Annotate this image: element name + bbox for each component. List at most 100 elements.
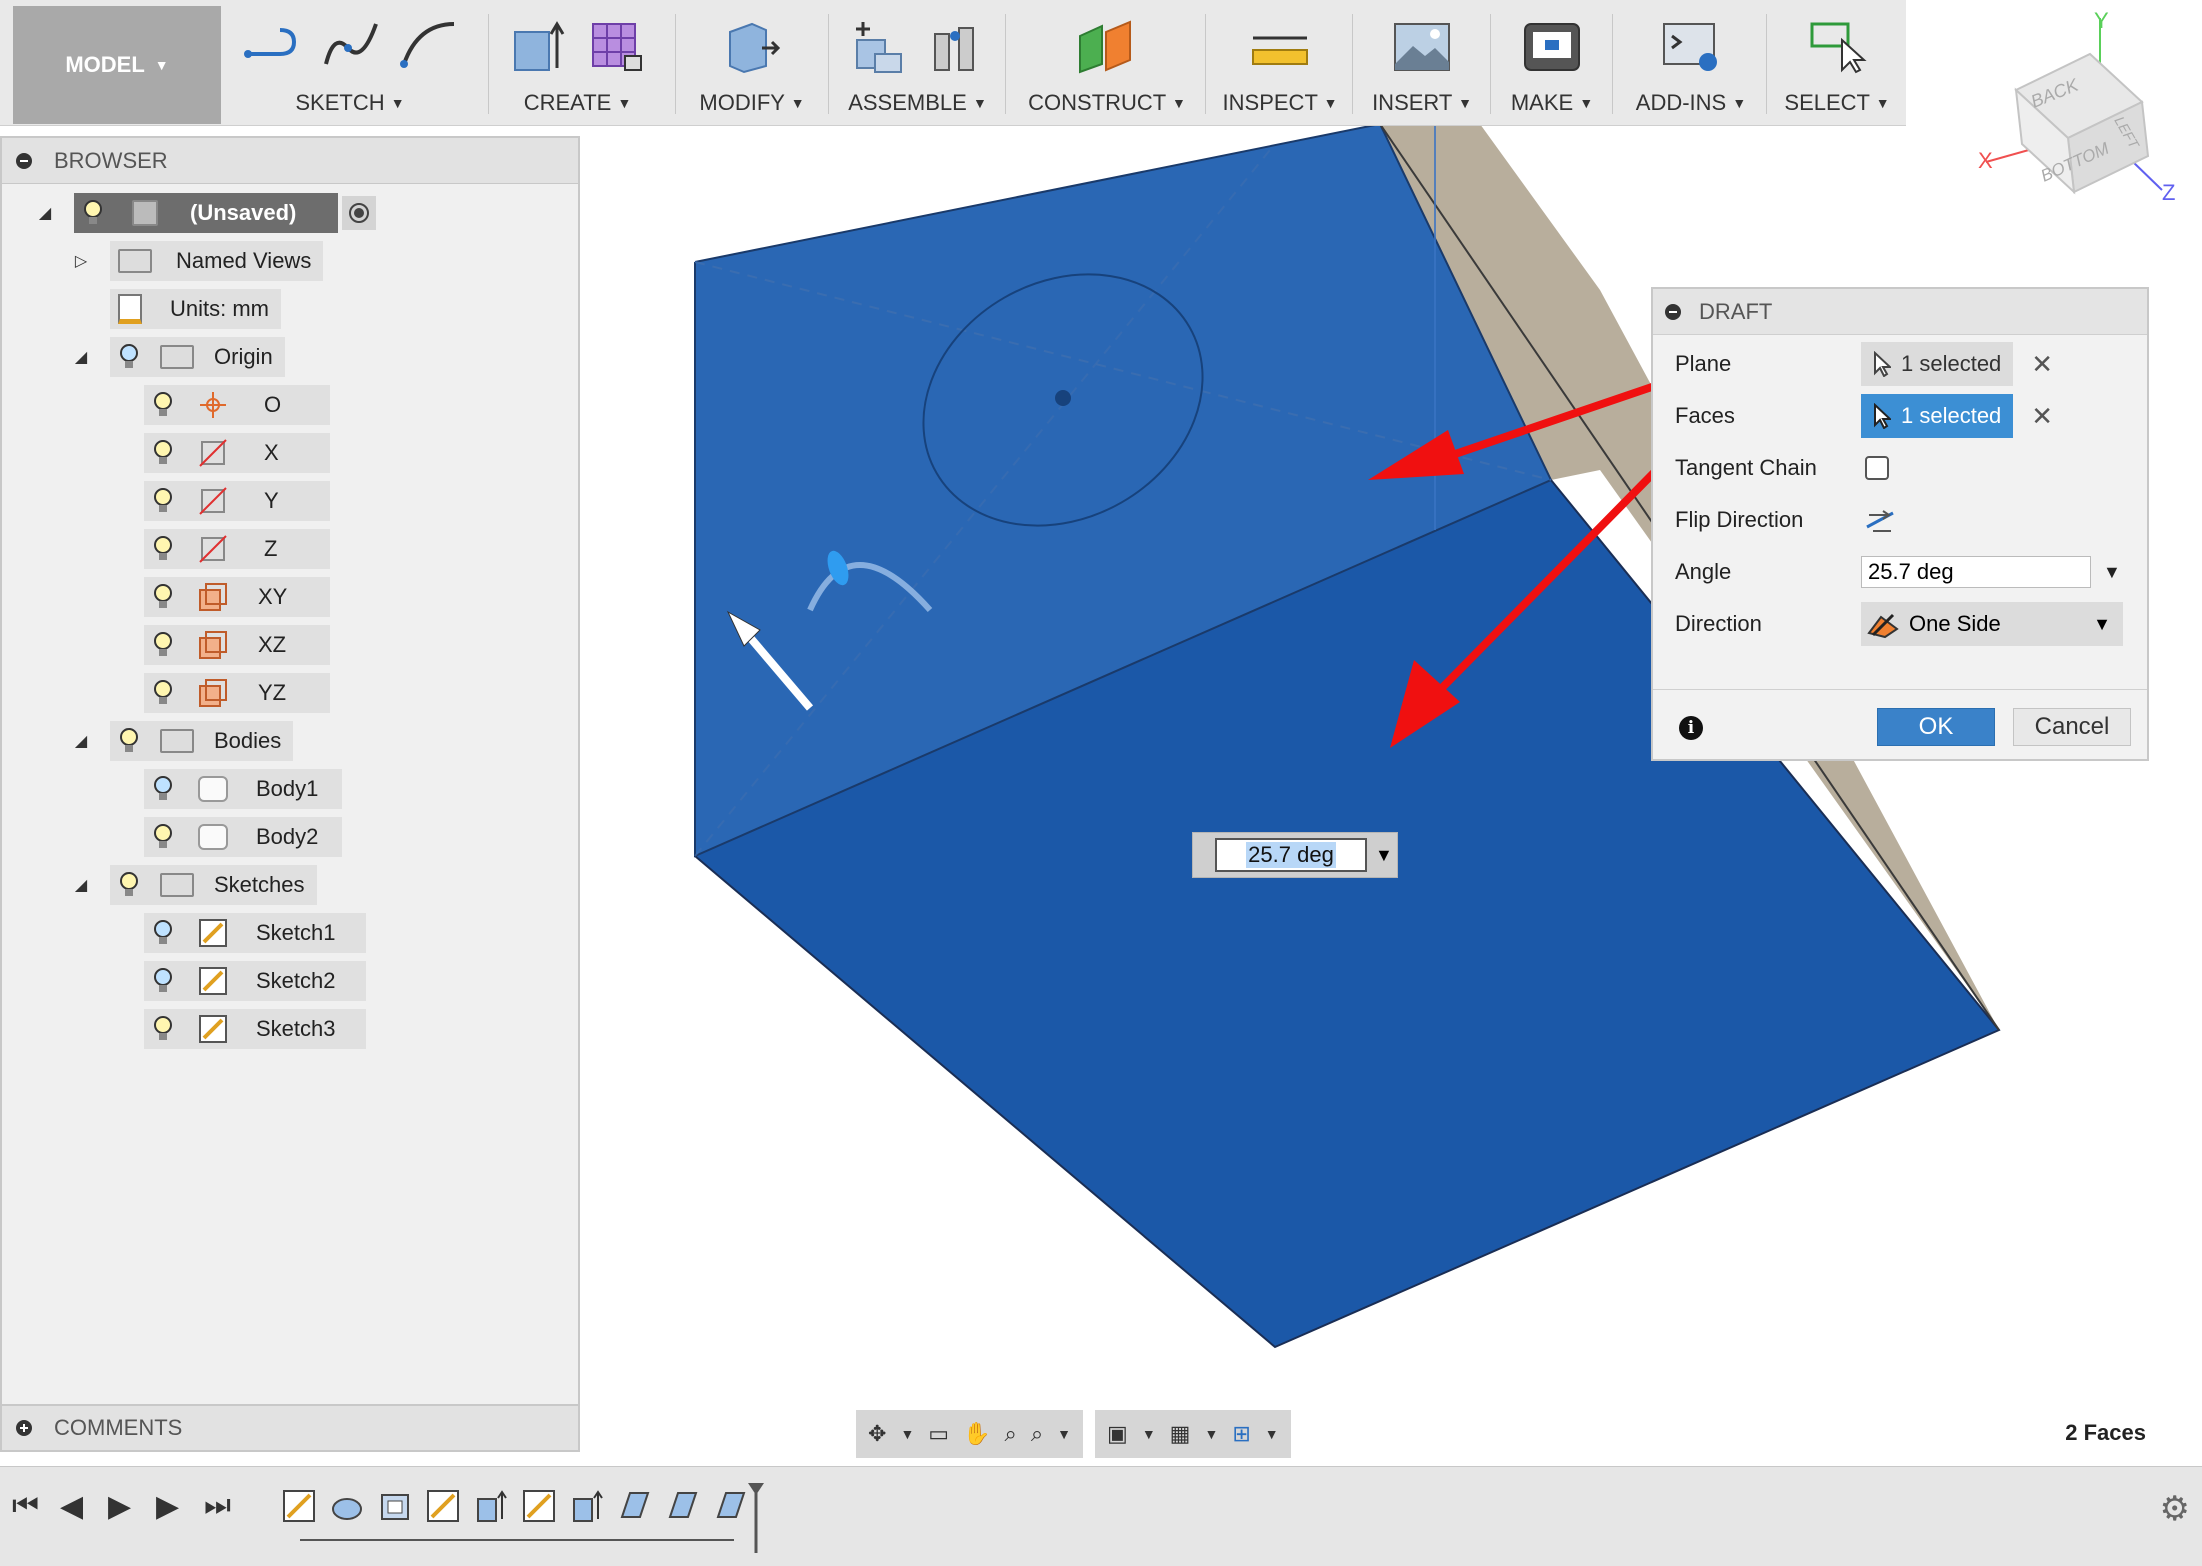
comments-panel[interactable]: COMMENTS xyxy=(0,1404,580,1452)
chevron-down-icon[interactable]: ▼ xyxy=(1142,1426,1156,1442)
line-icon[interactable] xyxy=(242,18,302,68)
flip-direction-icon[interactable] xyxy=(1863,505,1897,535)
sketch-group[interactable]: SKETCH ▼ xyxy=(235,0,465,126)
browser-header[interactable]: BROWSER xyxy=(2,138,578,184)
visibility-bulb-icon[interactable] xyxy=(118,727,140,755)
visibility-bulb-icon[interactable] xyxy=(152,823,174,851)
go-to-end-icon[interactable]: ⏭ xyxy=(204,1489,231,1523)
timeline-sketch-icon[interactable] xyxy=(282,1489,316,1523)
chevron-down-icon[interactable]: ▼ xyxy=(1204,1426,1218,1442)
box-pattern-icon[interactable] xyxy=(587,18,647,74)
timeline-extrude-icon[interactable] xyxy=(474,1489,508,1523)
create-group[interactable]: CREATE ▼ xyxy=(495,0,660,126)
fit-zoom-icon[interactable]: ⌕ xyxy=(1031,1421,1043,1447)
visibility-bulb-icon[interactable] xyxy=(152,535,174,563)
visibility-bulb-icon[interactable] xyxy=(152,967,174,995)
expand-triangle-icon[interactable]: ◢ xyxy=(66,731,96,751)
visibility-bulb-icon[interactable] xyxy=(152,487,174,515)
timeline-revolve-icon[interactable] xyxy=(330,1489,364,1523)
viewports-icon[interactable]: ⊞ xyxy=(1232,1421,1250,1447)
expand-triangle-icon[interactable]: ◢ xyxy=(66,875,96,895)
direction-select[interactable]: One Side ▼ xyxy=(1861,602,2123,646)
add-ins-group[interactable]: ADD-INS ▼ xyxy=(1618,0,1764,126)
tree-sketches[interactable]: ◢ Sketches xyxy=(66,865,317,905)
floating-angle-field[interactable]: 25.7 deg xyxy=(1215,838,1367,872)
visibility-bulb-icon[interactable] xyxy=(118,343,140,371)
visibility-bulb-icon[interactable] xyxy=(152,583,174,611)
chevron-down-icon[interactable]: ▼ xyxy=(1057,1426,1071,1442)
tree-origin-y[interactable]: Y xyxy=(144,481,330,521)
tree-origin-xy[interactable]: XY xyxy=(144,577,330,617)
clear-plane-close-icon[interactable]: ✕ xyxy=(2031,349,2053,380)
tree-body2[interactable]: Body2 xyxy=(144,817,342,857)
tangent-chain-checkbox[interactable] xyxy=(1865,456,1889,480)
new-component-icon[interactable] xyxy=(849,18,909,74)
timeline-extrude-icon[interactable] xyxy=(570,1489,604,1523)
expand-triangle-icon[interactable]: ◢ xyxy=(30,203,60,223)
collapse-icon[interactable] xyxy=(1665,303,1681,320)
extrude-icon[interactable] xyxy=(509,18,569,74)
expand-triangle-icon[interactable]: ◢ xyxy=(66,347,96,367)
construct-group[interactable]: CONSTRUCT ▼ xyxy=(1012,0,1202,126)
insert-group[interactable]: INSERT ▼ xyxy=(1358,0,1486,126)
chevron-down-icon[interactable]: ▼ xyxy=(2103,562,2121,583)
tree-sketch1[interactable]: Sketch1 xyxy=(144,913,366,953)
timeline-draft-icon[interactable] xyxy=(714,1489,748,1523)
visibility-bulb-icon[interactable] xyxy=(152,919,174,947)
ok-button[interactable]: OK xyxy=(1877,708,1995,746)
visibility-bulb-icon[interactable] xyxy=(152,775,174,803)
timeline-sketch-icon[interactable] xyxy=(522,1489,556,1523)
spline-icon[interactable] xyxy=(320,18,380,68)
visibility-bulb-icon[interactable] xyxy=(118,871,140,899)
insert-image-icon[interactable] xyxy=(1391,18,1453,74)
tree-origin-z[interactable]: Z xyxy=(144,529,330,569)
display-settings-icon[interactable]: ▣ xyxy=(1107,1421,1128,1447)
tree-origin-xz[interactable]: XZ xyxy=(144,625,330,665)
tree-origin-yz[interactable]: YZ xyxy=(144,673,330,713)
expand-triangle-icon[interactable]: ▷ xyxy=(66,251,96,271)
press-pull-icon[interactable] xyxy=(722,18,782,74)
view-cube[interactable]: BACK BOTTOM LEFT Y X Z xyxy=(1970,10,2190,210)
grid-icon[interactable]: ▦ xyxy=(1170,1421,1191,1447)
tree-bodies[interactable]: ◢ Bodies xyxy=(66,721,294,761)
visibility-bulb-icon[interactable] xyxy=(82,199,104,227)
clear-faces-close-icon[interactable]: ✕ xyxy=(2031,401,2053,432)
expand-plus-icon[interactable] xyxy=(16,1420,32,1436)
chevron-down-icon[interactable]: ▼ xyxy=(900,1426,914,1442)
measure-icon[interactable] xyxy=(1247,18,1313,74)
visibility-bulb-icon[interactable] xyxy=(152,679,174,707)
tree-origin[interactable]: ◢ Origin xyxy=(66,337,285,377)
visibility-bulb-icon[interactable] xyxy=(152,631,174,659)
activate-radio-icon[interactable] xyxy=(342,196,376,230)
3d-print-icon[interactable] xyxy=(1521,18,1583,74)
timeline-shell-icon[interactable] xyxy=(378,1489,412,1523)
timeline-marker[interactable] xyxy=(748,1483,764,1553)
offset-plane-icon[interactable] xyxy=(1072,18,1142,74)
tree-sketch2[interactable]: Sketch2 xyxy=(144,961,366,1001)
tree-origin-point[interactable]: O xyxy=(144,385,330,425)
pan-hand-icon[interactable]: ✋ xyxy=(963,1421,990,1447)
timeline-sketch-icon[interactable] xyxy=(426,1489,460,1523)
tree-body1[interactable]: Body1 xyxy=(144,769,342,809)
tree-units[interactable]: Units: mm xyxy=(110,289,281,329)
tree-sketch3[interactable]: Sketch3 xyxy=(144,1009,366,1049)
info-icon[interactable]: i xyxy=(1679,716,1703,740)
visibility-bulb-icon[interactable] xyxy=(152,1015,174,1043)
floating-angle-input[interactable]: 25.7 deg ▼ xyxy=(1192,832,1398,878)
tree-root[interactable]: ◢ (Unsaved) xyxy=(30,193,376,233)
inspect-group[interactable]: INSPECT ▼ xyxy=(1212,0,1348,126)
faces-selector[interactable]: 1 selected xyxy=(1861,394,2014,438)
draft-header[interactable]: DRAFT xyxy=(1653,289,2147,335)
step-back-icon[interactable]: ◀ xyxy=(60,1489,83,1524)
visibility-bulb-icon[interactable] xyxy=(152,439,174,467)
assemble-group[interactable]: ASSEMBLE ▼ xyxy=(835,0,1000,126)
step-forward-icon[interactable]: ▶ xyxy=(156,1489,179,1524)
look-at-icon[interactable]: ▭ xyxy=(928,1421,949,1447)
joint-icon[interactable] xyxy=(927,18,987,74)
select-icon[interactable] xyxy=(1806,18,1868,74)
gear-icon[interactable]: ⚙ xyxy=(2160,1489,2190,1529)
visibility-bulb-icon[interactable] xyxy=(152,391,174,419)
chevron-down-icon[interactable]: ▼ xyxy=(1375,845,1393,866)
scripts-addins-icon[interactable] xyxy=(1660,18,1722,74)
plane-selector[interactable]: 1 selected xyxy=(1861,342,2014,386)
